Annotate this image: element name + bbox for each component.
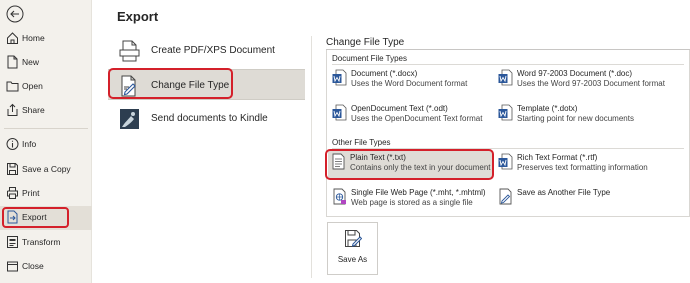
plain-text-highlight-box [325,149,494,180]
document-file-types-heading: Document File Types [332,54,407,63]
file-type-name: Single File Web Page (*.mht, *.mhtml) [351,188,486,197]
file-type-other[interactable]: Save as Another File Type [495,185,675,213]
option-label: Send documents to Kindle [151,113,268,124]
save-as-other-icon [499,188,512,205]
sidebar-item-transform[interactable]: Transform [0,231,92,255]
sidebar-item-open[interactable]: Open [0,75,92,99]
change-file-type-highlight-box [108,68,233,99]
sidebar-divider [4,128,88,129]
new-document-icon [7,55,18,69]
word-template-icon [498,104,513,121]
transform-icon [7,236,18,248]
home-icon [7,32,18,44]
option-label: Create PDF/XPS Document [151,45,275,56]
file-type-name: Word 97-2003 Document (*.doc) [517,69,633,78]
opendocument-text-icon [332,104,347,121]
web-page-icon [333,188,346,205]
open-folder-icon [6,81,19,92]
panel-title: Change File Type [326,37,405,48]
sidebar-item-label: Save a Copy [22,164,71,174]
file-type-name: OpenDocument Text (*.odt) [351,104,448,113]
file-type-odt[interactable]: OpenDocument Text (*.odt) Uses the OpenD… [329,101,509,129]
printer-icon [7,187,18,199]
sidebar-item-label: Print [22,188,40,198]
sidebar-item-label: Transform [22,237,61,247]
file-type-name: Save as Another File Type [517,188,611,197]
file-type-docx[interactable]: Document (*.docx) Uses the Word Document… [329,66,509,94]
save-as-label: Save As [337,255,368,264]
sidebar-item-save-a-copy[interactable]: Save a Copy [0,158,92,182]
sidebar-item-print[interactable]: Print [0,182,92,206]
send-to-kindle-option[interactable]: Send documents to Kindle [108,103,305,134]
other-file-types-heading: Other File Types [332,138,391,147]
column-divider [311,36,312,278]
file-type-description: Uses the Word Document format [351,79,468,88]
file-type-name: Template (*.dotx) [517,104,578,113]
save-as-icon [345,230,362,247]
back-arrow-icon[interactable] [6,5,24,23]
file-type-description: Web page is stored as a single file [351,198,473,207]
info-icon [6,138,19,150]
file-type-description: Uses the OpenDocument Text format [351,114,483,123]
close-folder-icon [7,261,18,272]
file-type-description: Starting point for new documents [517,114,634,123]
sidebar-item-label: Info [22,139,37,149]
sidebar-item-close[interactable]: Close [0,255,92,279]
page-title: Export [117,9,159,24]
backstage-sidebar: Home New Open Share Info Save a Copy Pri… [0,0,92,283]
file-type-dotx[interactable]: Template (*.dotx) Starting point for new… [495,101,675,129]
sidebar-item-home[interactable]: Home [0,27,92,51]
file-type-doc[interactable]: Word 97-2003 Document (*.doc) Uses the W… [495,66,675,94]
rich-text-icon [498,153,513,170]
pdf-document-icon [119,40,140,62]
file-type-rtf[interactable]: Rich Text Format (*.rtf) Preserves text … [495,150,675,178]
file-type-name: Document (*.docx) [351,69,418,78]
file-type-description: Uses the Word 97-2003 Document format [517,79,665,88]
sidebar-item-label: Share [22,105,45,115]
kindle-icon [120,109,139,129]
sidebar-item-label: Close [22,261,44,271]
sidebar-item-info[interactable]: Info [0,133,92,157]
sidebar-item-share[interactable]: Share [0,99,92,123]
export-highlight-box [2,207,69,228]
file-type-description: Preserves text formatting information [517,163,648,172]
sidebar-item-new[interactable]: New [0,51,92,75]
word-97-document-icon [498,69,513,86]
sidebar-item-label: New [22,57,40,67]
save-copy-icon [7,163,18,175]
word-document-icon [332,69,347,86]
file-type-name: Rich Text Format (*.rtf) [517,153,598,162]
group-divider [332,64,684,65]
sidebar-item-label: Home [22,33,45,43]
save-as-button[interactable]: Save As [327,222,378,275]
create-pdf-xps-option[interactable]: Create PDF/XPS Document [108,35,305,66]
file-type-mht[interactable]: Single File Web Page (*.mht, *.mhtml) We… [329,185,509,213]
sidebar-item-label: Open [22,81,43,91]
share-icon [7,103,18,116]
